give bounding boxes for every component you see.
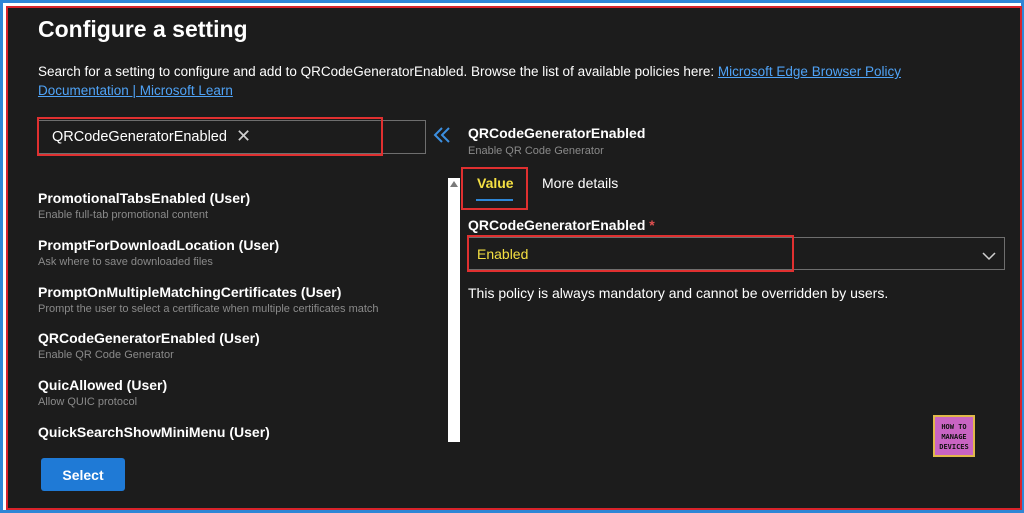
policy-note: This policy is always mandatory and cann… bbox=[468, 285, 889, 301]
tab-more-details[interactable]: More details bbox=[542, 175, 618, 191]
select-button[interactable]: Select bbox=[41, 458, 125, 491]
list-item-description: Enable QR Code Generator bbox=[38, 349, 174, 361]
logo-line: DEVICES bbox=[939, 443, 969, 451]
list-item-description: Ask where to save downloaded files bbox=[38, 256, 213, 268]
list-item-description: Allow QUIC protocol bbox=[38, 396, 138, 408]
tab-highlight-box bbox=[461, 167, 528, 210]
list-item-name: PromotionalTabsEnabled (User) bbox=[38, 190, 251, 206]
field-label-text: QRCodeGeneratorEnabled bbox=[468, 217, 646, 233]
collapse-chevron-icon[interactable] bbox=[432, 125, 452, 150]
list-item-name: QuickSearchShowMiniMenu (User) bbox=[38, 424, 270, 440]
list-item-name: QuicAllowed (User) bbox=[38, 377, 168, 393]
search-input-value[interactable]: QRCodeGeneratorEnabled bbox=[52, 129, 227, 145]
list-item[interactable]: PromotionalTabsEnabled (User) Enable ful… bbox=[38, 190, 438, 221]
logo-line: HOW TO bbox=[941, 423, 967, 431]
list-item[interactable]: PromptForDownloadLocation (User) Ask whe… bbox=[38, 237, 438, 268]
list-item[interactable]: QRCodeGeneratorEnabled (User) Enable QR … bbox=[38, 330, 438, 361]
list-item-description: Enable full-tab promotional content bbox=[38, 209, 208, 221]
list-item-description: Prompt the user to select a certificate … bbox=[38, 303, 379, 315]
description-text: Search for a setting to configure and ad… bbox=[38, 64, 718, 79]
how-to-manage-devices-logo: HOW TO MANAGE DEVICES bbox=[933, 415, 975, 457]
list-item[interactable]: PromptOnMultipleMatchingCertificates (Us… bbox=[38, 284, 438, 315]
list-item[interactable]: QuicAllowed (User) Allow QUIC protocol bbox=[38, 377, 438, 408]
dialog-description: Search for a setting to configure and ad… bbox=[38, 62, 978, 100]
list-scrollbar[interactable] bbox=[448, 178, 460, 442]
dropdown-selected-value[interactable]: Enabled bbox=[477, 246, 528, 262]
page-title: Configure a setting bbox=[38, 16, 248, 42]
field-label: QRCodeGeneratorEnabled * bbox=[468, 217, 655, 233]
list-item-name: PromptForDownloadLocation (User) bbox=[38, 237, 280, 253]
setting-detail-subtitle: Enable QR Code Generator bbox=[468, 145, 604, 157]
list-item-name: PromptOnMultipleMatchingCertificates (Us… bbox=[38, 284, 342, 300]
scroll-up-arrow-icon[interactable] bbox=[450, 181, 458, 187]
close-icon[interactable]: ✕ bbox=[236, 126, 251, 147]
list-item[interactable]: QuickSearchShowMiniMenu (User) bbox=[38, 424, 438, 440]
chevron-down-icon[interactable] bbox=[982, 248, 996, 266]
required-marker: * bbox=[649, 217, 655, 233]
setting-detail-title: QRCodeGeneratorEnabled bbox=[468, 125, 646, 141]
logo-line: MANAGE bbox=[941, 433, 967, 441]
list-item-name: QRCodeGeneratorEnabled (User) bbox=[38, 330, 260, 346]
